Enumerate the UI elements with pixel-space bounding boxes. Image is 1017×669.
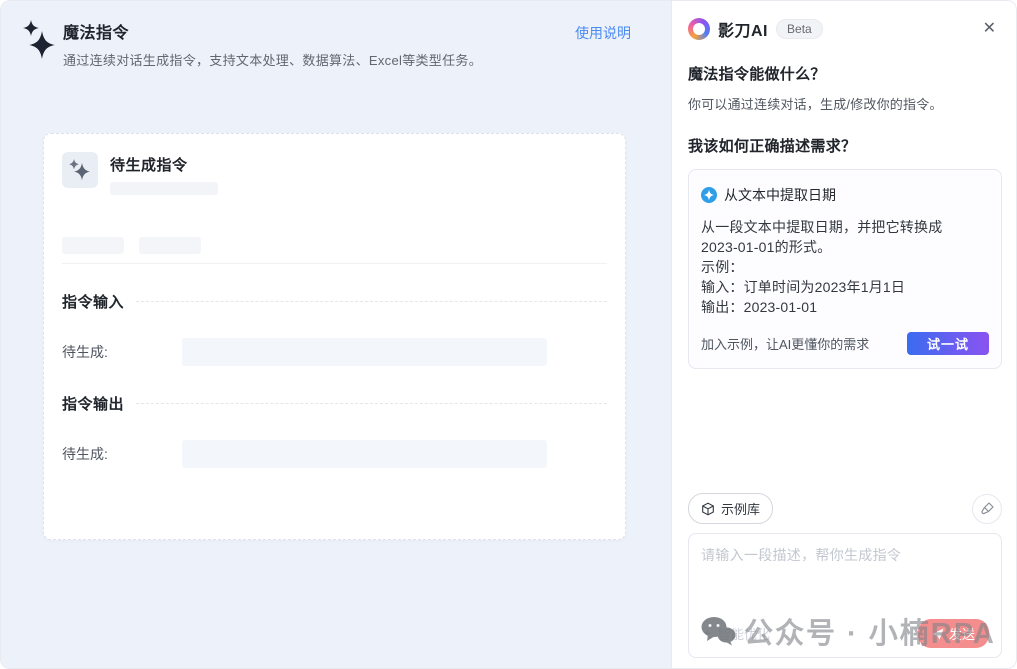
brush-icon [980, 501, 995, 516]
send-button[interactable]: 发送 [918, 619, 989, 648]
example-line: 从一段文本中提取日期，并把它转换成 [701, 217, 989, 237]
app-window: 魔法指令 通过连续对话生成指令，支持文本处理、数据算法、Excel等类型任务。 … [0, 0, 1017, 669]
input-field-row: 待生成: [62, 338, 607, 366]
example-card: 从文本中提取日期 从一段文本中提取日期，并把它转换成 2023-01-01的形式… [688, 169, 1002, 369]
input-actions-row: 智能优化 发送 [701, 619, 989, 648]
optimize-sparkle-icon [701, 627, 714, 640]
ai-assistant-panel: 影刀AI Beta ✕ 魔法指令能做什么？ 你可以通过连续对话，生成/修改你的指… [671, 1, 1016, 668]
usage-instructions-link[interactable]: 使用说明 [575, 23, 631, 43]
pending-sparkle-icon [62, 152, 98, 188]
pending-card-title-col: 待生成指令 [110, 152, 218, 195]
input-section-title: 指令输入 [62, 291, 124, 312]
composer-toolbar: 示例库 [688, 493, 1002, 524]
card-divider [62, 263, 607, 264]
brand-name: 影刀AI [718, 17, 768, 41]
send-plane-icon [932, 628, 944, 640]
assistant-header: 影刀AI Beta ✕ [688, 17, 1002, 41]
pending-card-header: 待生成指令 [62, 152, 607, 195]
section-dash-rule [136, 301, 607, 302]
question-2: 我该如何正确描述需求？ [688, 135, 1002, 156]
send-label: 发送 [949, 624, 975, 643]
magic-sparkle-icon [19, 19, 55, 63]
try-it-button[interactable]: 试一试 [907, 332, 989, 355]
input-skeleton-bar [182, 338, 547, 366]
output-section-title: 指令输出 [62, 393, 124, 414]
description-input[interactable] [701, 545, 989, 619]
examples-library-label: 示例库 [721, 499, 760, 518]
beta-badge: Beta [776, 19, 823, 39]
example-line: 示例： [701, 257, 989, 277]
input-pending-label: 待生成: [62, 342, 182, 362]
example-footer-note: 加入示例，让AI更懂你的需求 [701, 334, 869, 353]
example-line: 输出：2023-01-01 [701, 297, 989, 317]
description-input-box: 智能优化 发送 [688, 533, 1002, 658]
magic-command-panel: 魔法指令 通过连续对话生成指令，支持文本处理、数据算法、Excel等类型任务。 … [1, 1, 671, 668]
example-card-header: 从文本中提取日期 [701, 185, 989, 205]
smart-optimize-label: 智能优化 [718, 624, 770, 643]
output-section-header: 指令输出 [62, 393, 607, 414]
clear-brush-button[interactable] [972, 494, 1002, 524]
output-pending-label: 待生成: [62, 444, 182, 464]
smart-optimize-toggle[interactable]: 智能优化 [701, 624, 770, 643]
skeleton-title-bar [110, 182, 218, 195]
skeleton-chip [139, 237, 201, 254]
yingdao-logo-icon [688, 18, 710, 40]
example-body: 从一段文本中提取日期，并把它转换成 2023-01-01的形式。 示例： 输入：… [701, 217, 989, 317]
cube-icon [701, 502, 715, 516]
example-title: 从文本中提取日期 [724, 185, 836, 205]
skeleton-chip [62, 237, 124, 254]
example-line: 2023-01-01的形式。 [701, 237, 989, 257]
answer-1: 你可以通过连续对话，生成/修改你的指令。 [688, 94, 1002, 113]
composer-area: 示例库 [688, 493, 1002, 668]
input-section-header: 指令输入 [62, 291, 607, 312]
section-dash-rule [136, 403, 607, 404]
example-sparkle-icon [701, 187, 717, 203]
output-field-row: 待生成: [62, 440, 607, 468]
page-subtitle: 通过连续对话生成指令，支持文本处理、数据算法、Excel等类型任务。 [63, 50, 559, 69]
pending-command-card: 待生成指令 指令输入 待生成: 指令输出 待生 [43, 133, 626, 540]
output-skeleton-bar [182, 440, 547, 468]
question-1: 魔法指令能做什么？ [688, 63, 1002, 84]
examples-library-button[interactable]: 示例库 [688, 493, 773, 524]
page-title: 魔法指令 [63, 19, 559, 43]
example-footer: 加入示例，让AI更懂你的需求 试一试 [701, 332, 989, 355]
close-icon[interactable]: ✕ [977, 19, 1002, 39]
left-header-text: 魔法指令 通过连续对话生成指令，支持文本处理、数据算法、Excel等类型任务。 [63, 19, 559, 69]
skeleton-chips-row [62, 237, 607, 254]
pending-card-title: 待生成指令 [110, 154, 218, 175]
example-line: 输入：订单时间为2023年1月1日 [701, 277, 989, 297]
left-header: 魔法指令 通过连续对话生成指令，支持文本处理、数据算法、Excel等类型任务。 … [19, 19, 631, 69]
